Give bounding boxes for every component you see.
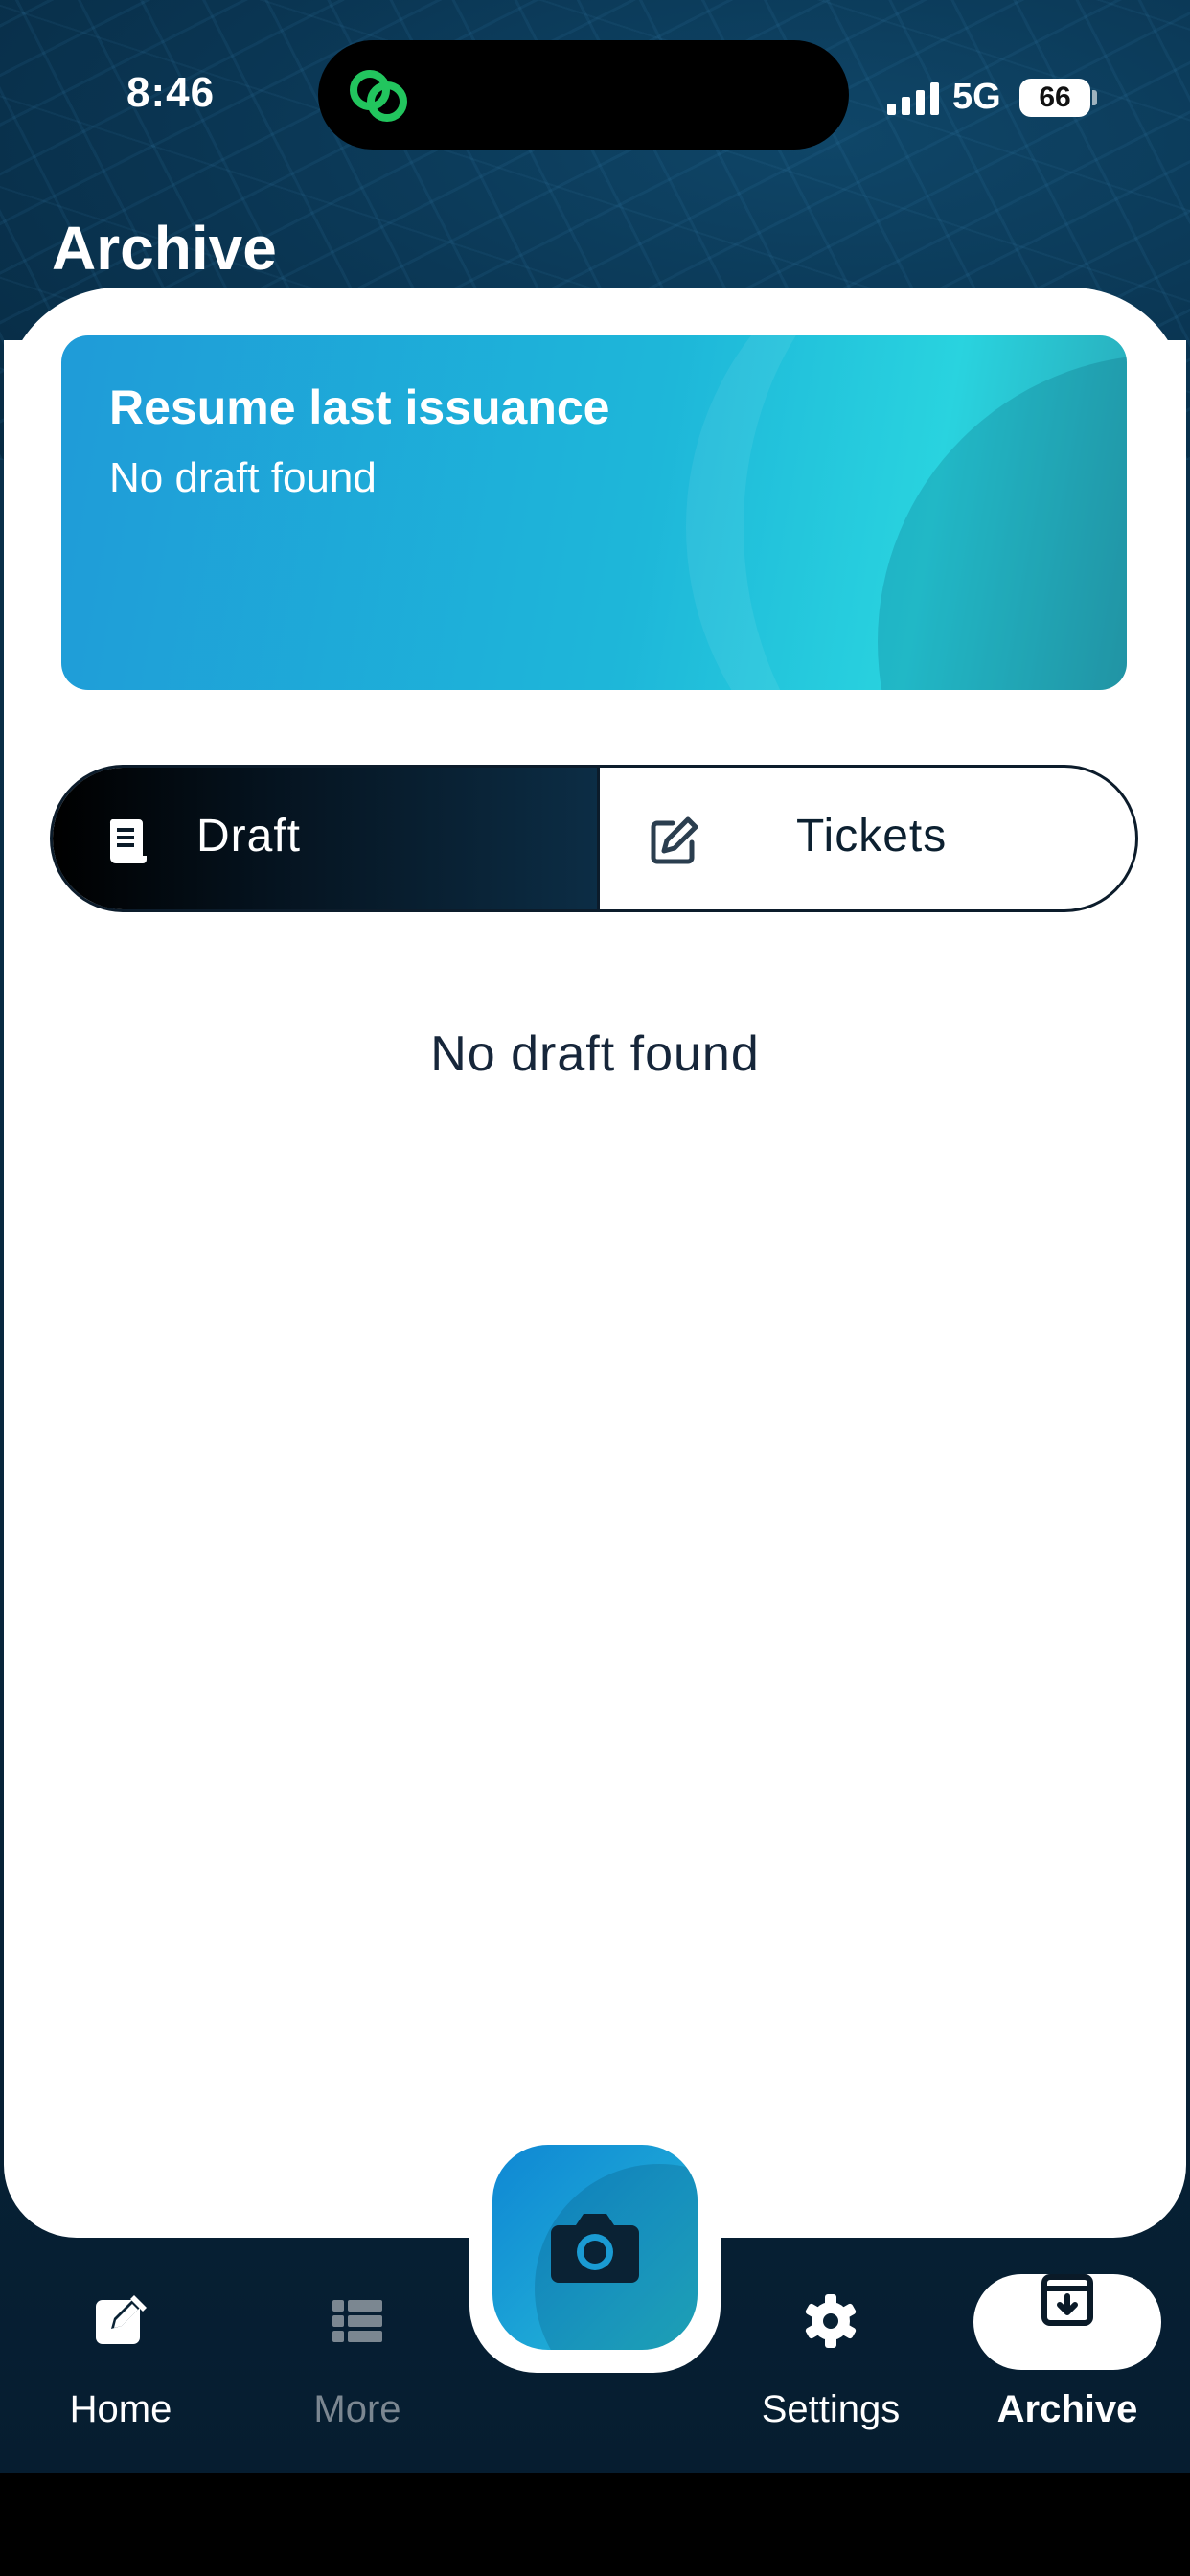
- edit-square-icon: [96, 2295, 147, 2344]
- tab-home[interactable]: Home: [25, 2233, 217, 2472]
- tab-tickets-label: Tickets: [796, 811, 948, 862]
- status-time: 8:46: [126, 69, 216, 116]
- tab-settings-label: Settings: [761, 2388, 901, 2430]
- tab-tickets[interactable]: Tickets: [597, 768, 1135, 909]
- home-indicator-area: [0, 2472, 1190, 2576]
- tab-draft-label: Draft: [196, 811, 302, 862]
- tab-draft[interactable]: Draft: [53, 768, 597, 909]
- page-title: Archive: [52, 214, 277, 283]
- camera-icon: [551, 2214, 639, 2283]
- edit-square-icon: [651, 816, 698, 864]
- gear-icon: [805, 2294, 857, 2348]
- resume-card-title: Resume last issuance: [109, 380, 610, 434]
- tab-home-label: Home: [69, 2388, 172, 2430]
- resume-last-issuance-card[interactable]: Resume last issuance No draft found: [61, 335, 1127, 690]
- empty-state-message: No draft found: [430, 1026, 760, 1082]
- tab-settings[interactable]: Settings: [735, 2233, 927, 2472]
- receipt-icon: [109, 819, 147, 863]
- link-rings-icon: [350, 70, 407, 122]
- network-type: 5G: [952, 77, 1001, 117]
- list-icon: [332, 2300, 382, 2342]
- tab-archive-label: Archive: [996, 2388, 1138, 2430]
- signal-icon: [887, 82, 939, 115]
- tab-more[interactable]: More: [262, 2233, 453, 2472]
- app-screen: 8:46 5G 66 Archive Resume last issuance …: [0, 0, 1190, 2472]
- camera-button[interactable]: [492, 2145, 698, 2350]
- resume-card-subtitle: No draft found: [109, 454, 377, 501]
- battery-icon: 66: [1019, 79, 1090, 117]
- archive-icon: [1041, 2274, 1093, 2326]
- card-decoration: [686, 335, 1127, 690]
- archive-segment-control: Draft Tickets: [50, 765, 1138, 912]
- tab-more-label: More: [313, 2388, 401, 2430]
- tab-archive[interactable]: Archive: [972, 2233, 1163, 2472]
- battery-tip: [1092, 90, 1097, 105]
